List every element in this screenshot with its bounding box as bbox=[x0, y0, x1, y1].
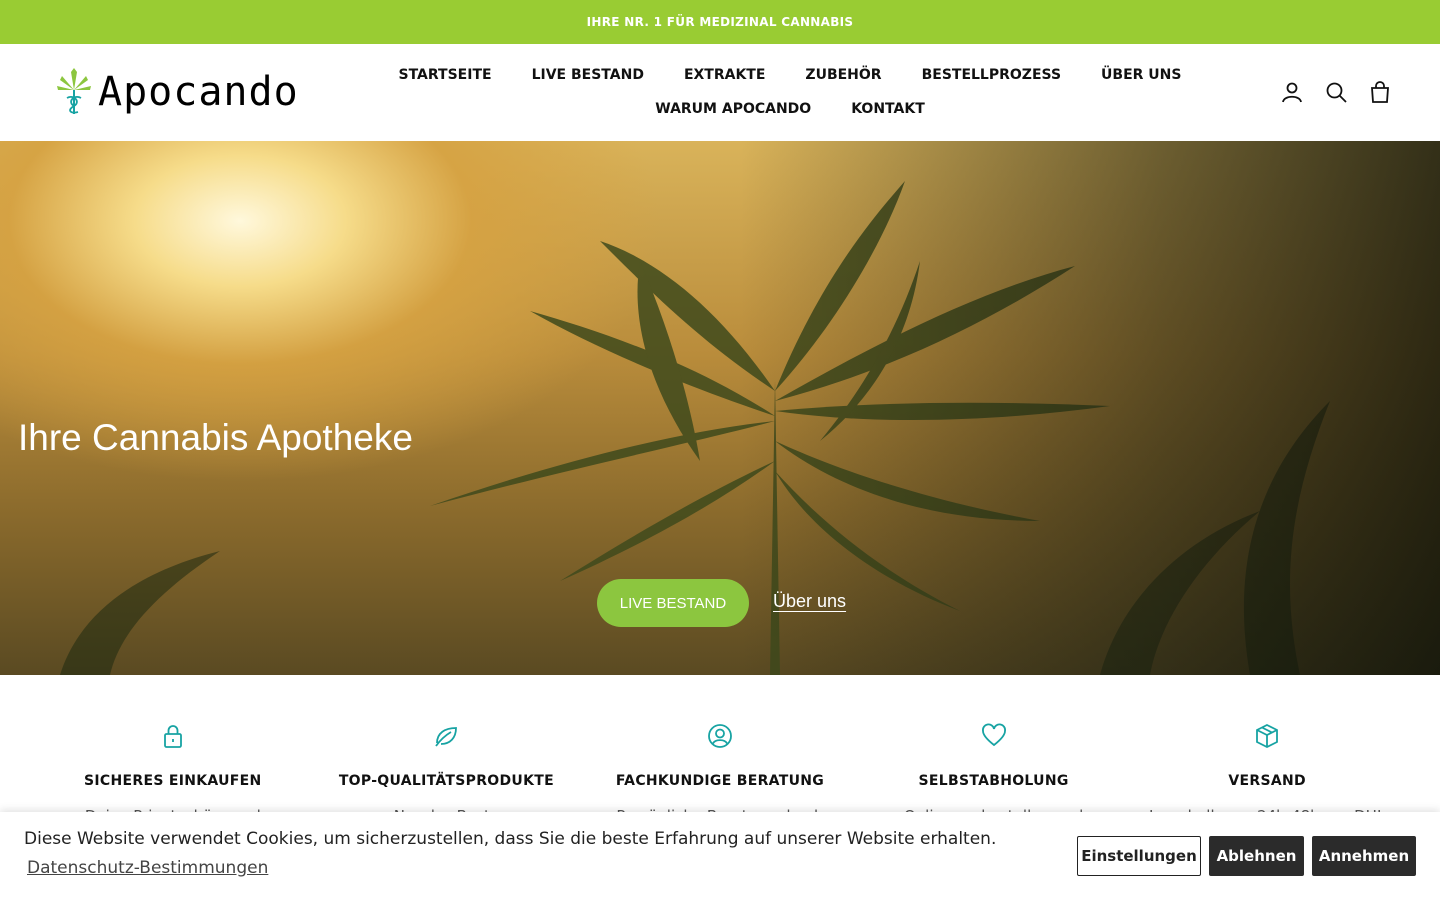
hero-title: Ihre Cannabis Apotheke bbox=[18, 417, 413, 458]
heart-icon bbox=[981, 723, 1007, 749]
nav-bestellprozess[interactable]: BESTELLPROZESS bbox=[902, 64, 1081, 86]
nav-zubehoer[interactable]: ZUBEHÖR bbox=[785, 64, 901, 86]
hero-banner: Ihre Cannabis Apotheke LIVE BESTAND Über… bbox=[0, 141, 1440, 675]
feature-item: VERSAND Innerhalb von 24h-48h per DHL bbox=[1130, 675, 1404, 825]
feature-title: FACHKUNDIGE BERATUNG bbox=[615, 773, 825, 789]
cookie-message: Diese Website verwendet Cookies, um sich… bbox=[24, 829, 997, 849]
site-header: Apocando STARTSEITE LIVE BESTAND EXTRAKT… bbox=[0, 44, 1440, 141]
nav-ueber-uns[interactable]: ÜBER UNS bbox=[1081, 64, 1201, 86]
feature-title: SELBSTABHOLUNG bbox=[918, 773, 1069, 789]
feature-item: TOP-QUALITÄTSPRODUKTE Nur das Beste bbox=[310, 675, 584, 825]
announcement-text: IHRE NR. 1 FÜR MEDIZINAL CANNABIS bbox=[586, 15, 854, 29]
user-circle-icon bbox=[707, 723, 733, 749]
cannabis-leaf-logo-icon bbox=[57, 68, 91, 114]
feature-title: TOP-QUALITÄTSPRODUKTE bbox=[338, 773, 554, 789]
nav-warum-apocando[interactable]: WARUM APOCANDO bbox=[635, 98, 831, 120]
nav-kontakt[interactable]: KONTAKT bbox=[831, 98, 945, 120]
header-icons bbox=[1280, 80, 1392, 104]
ueber-uns-link[interactable]: Über uns bbox=[773, 591, 846, 612]
cookie-reject-button[interactable]: Ablehnen bbox=[1209, 836, 1304, 876]
cookie-settings-button[interactable]: Einstellungen bbox=[1077, 836, 1201, 876]
leaf-icon bbox=[433, 723, 459, 749]
logo-text: Apocando bbox=[98, 69, 299, 115]
feature-title: VERSAND bbox=[1228, 773, 1306, 789]
cart-icon[interactable] bbox=[1368, 80, 1392, 104]
nav-extrakte[interactable]: EXTRAKTE bbox=[664, 64, 785, 86]
nav-live-bestand[interactable]: LIVE BESTAND bbox=[512, 64, 664, 86]
logo-link[interactable]: Apocando bbox=[56, 68, 299, 116]
feature-item: SICHERES EINKAUFEN Deine Privatsphäre un… bbox=[36, 675, 310, 825]
privacy-policy-link[interactable]: Datenschutz-Bestimmungen bbox=[27, 858, 268, 878]
features-row: SICHERES EINKAUFEN Deine Privatsphäre un… bbox=[0, 675, 1440, 825]
account-icon[interactable] bbox=[1280, 80, 1304, 104]
cookie-banner: Diese Website verwendet Cookies, um sich… bbox=[0, 812, 1440, 900]
feature-item: FACHKUNDIGE BERATUNG Persönliche Beratun… bbox=[583, 675, 857, 825]
search-icon[interactable] bbox=[1324, 80, 1348, 104]
feature-item: SELBSTABHOLUNG Online vorbestellen und bbox=[857, 675, 1131, 825]
cookie-accept-button[interactable]: Annehmen bbox=[1312, 836, 1416, 876]
feature-title: SICHERES EINKAUFEN bbox=[84, 773, 262, 789]
nav-startseite[interactable]: STARTSEITE bbox=[379, 64, 512, 86]
box-icon bbox=[1254, 723, 1280, 749]
announcement-bar: IHRE NR. 1 FÜR MEDIZINAL CANNABIS bbox=[0, 0, 1440, 44]
lock-icon bbox=[160, 723, 186, 749]
live-bestand-button[interactable]: LIVE BESTAND bbox=[597, 579, 749, 627]
main-nav: STARTSEITE LIVE BESTAND EXTRAKTE ZUBEHÖR… bbox=[320, 64, 1260, 120]
